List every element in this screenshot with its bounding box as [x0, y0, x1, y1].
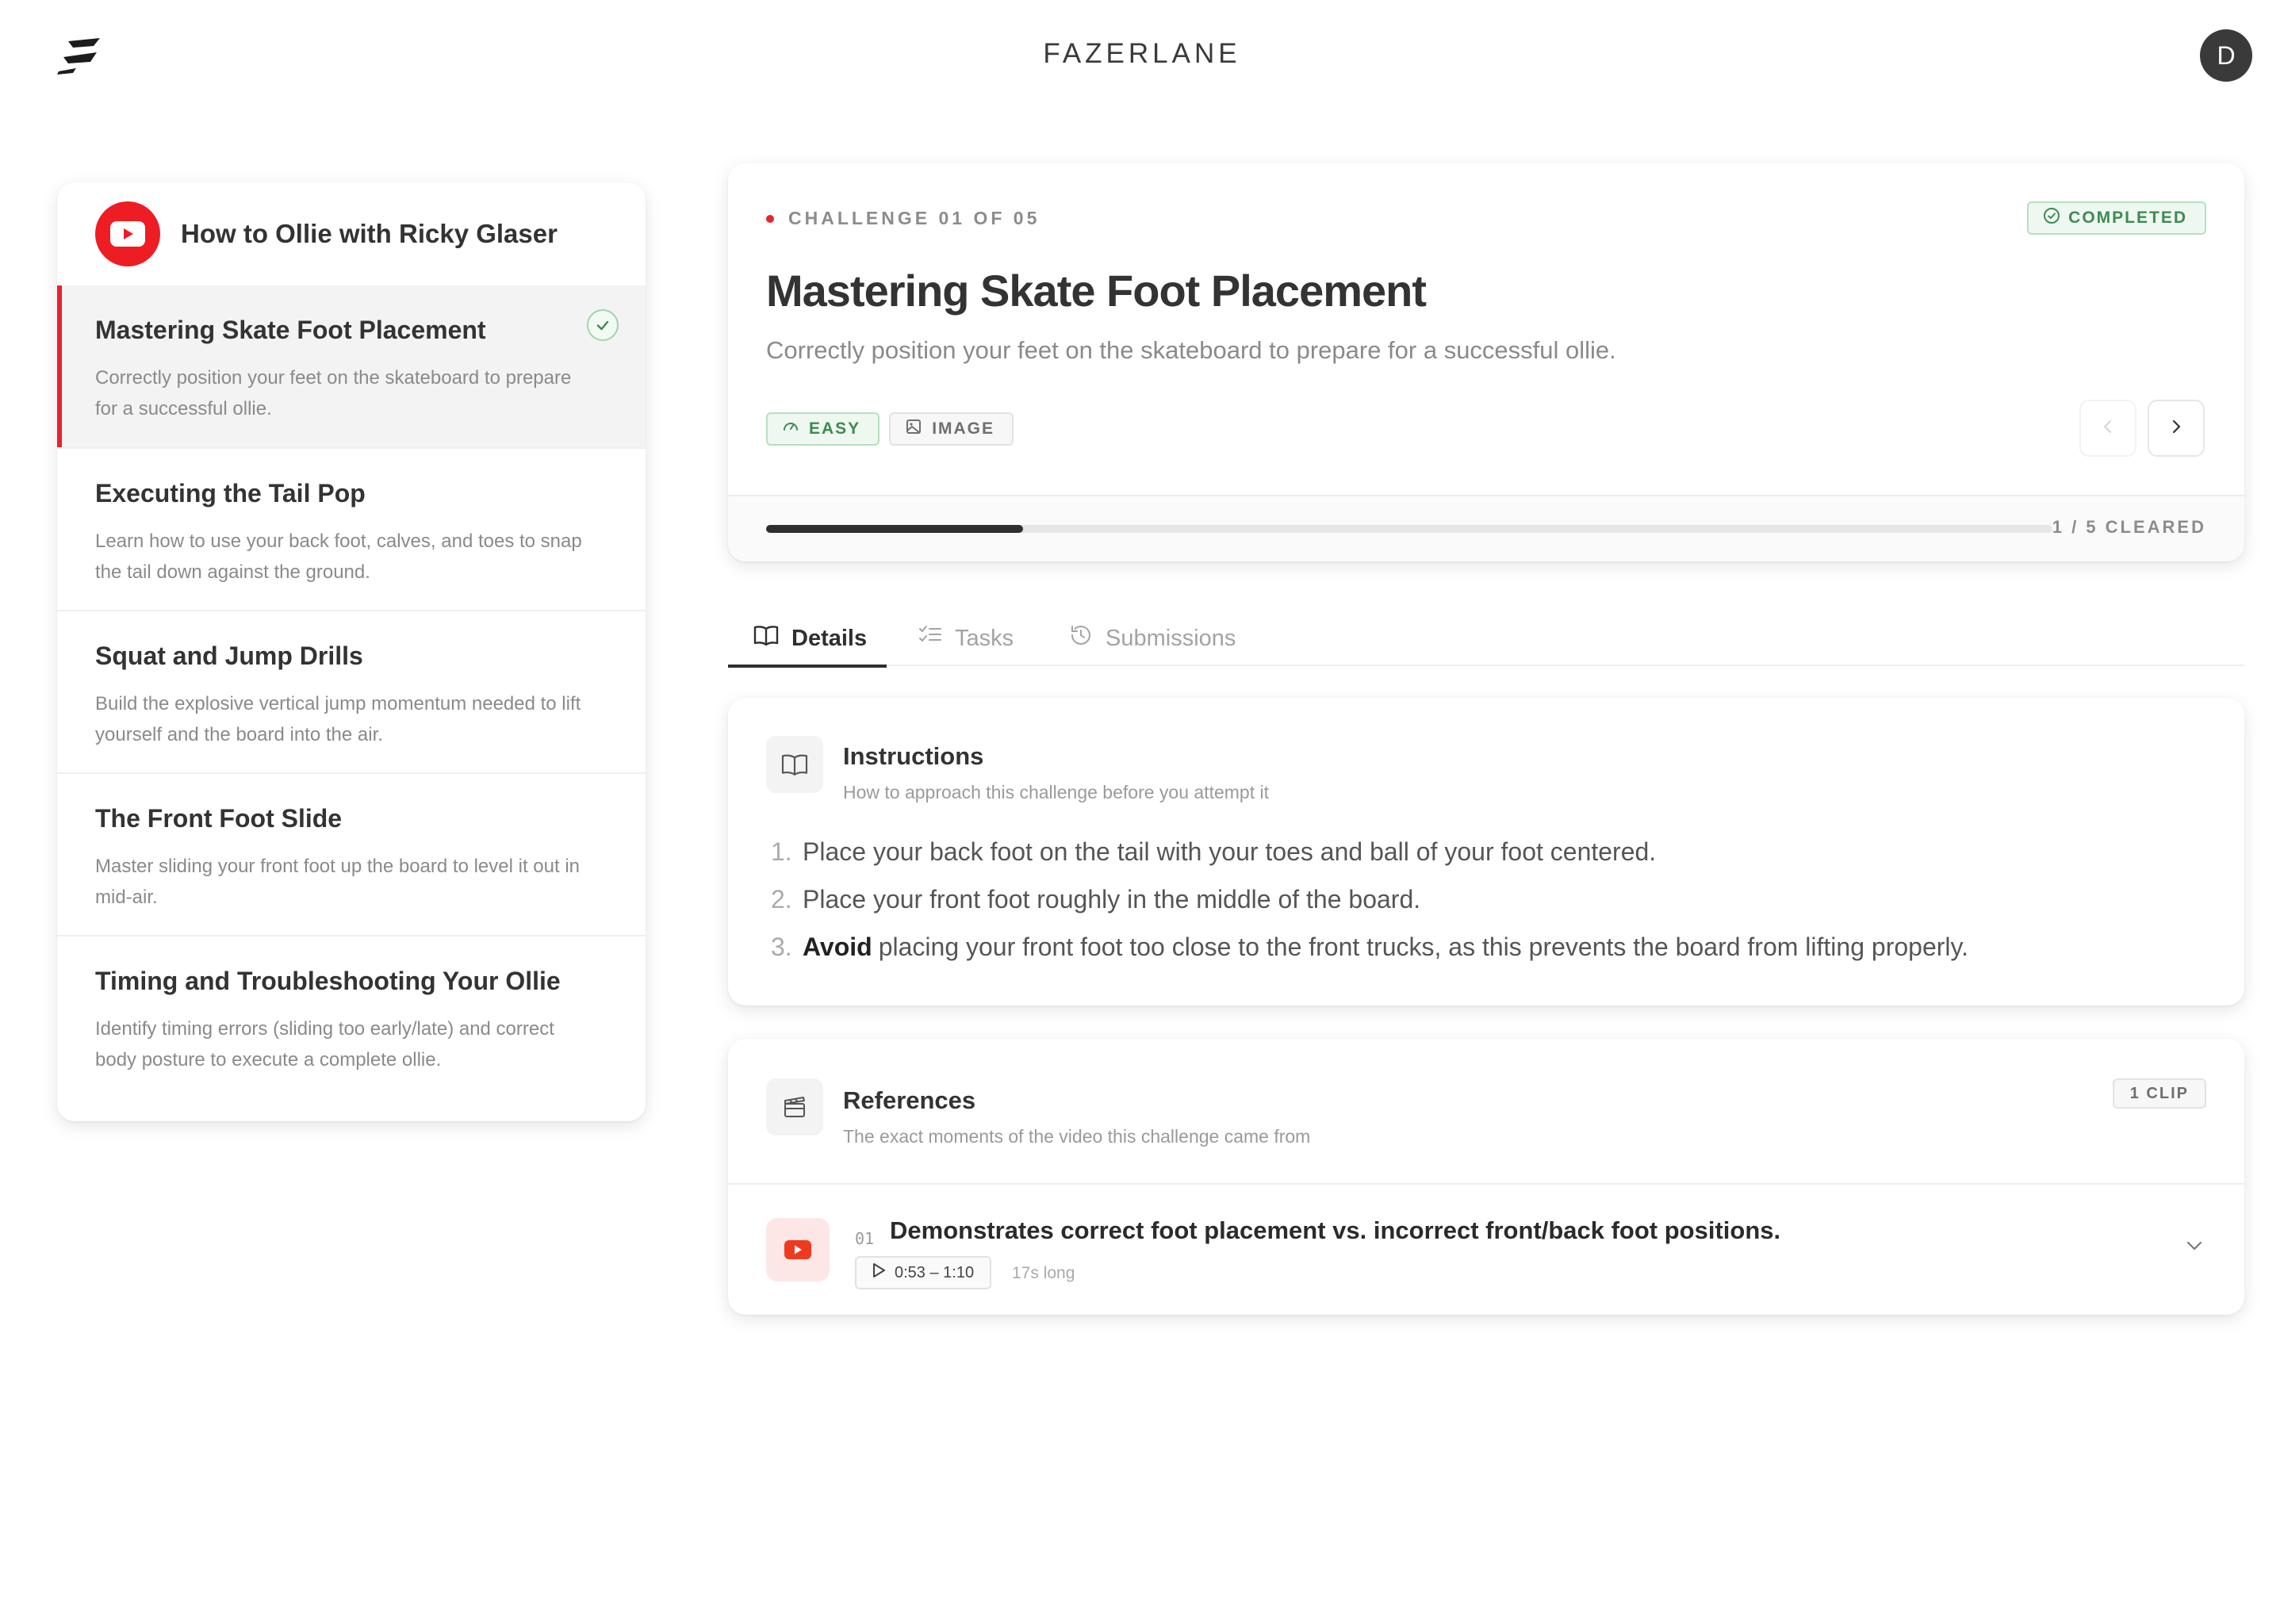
sidebar-item-front-foot-slide[interactable]: The Front Foot Slide Master sliding your…: [57, 772, 646, 935]
progress-fill: [766, 525, 1024, 533]
check-icon: [587, 309, 619, 341]
instruction-step: 1. Place your back foot on the tail with…: [771, 837, 2214, 885]
tab-submissions[interactable]: Submissions: [1069, 611, 1236, 666]
sidebar-item-title: The Front Foot Slide: [95, 804, 343, 833]
course-header: How to Ollie with Ricky Glaser: [57, 182, 646, 285]
sidebar-item-desc: Identify timing errors (sliding too earl…: [95, 1018, 554, 1071]
instructions-title: Instructions: [843, 742, 984, 770]
book-open-icon: [766, 736, 823, 793]
brand-name: FAZERLANE: [1043, 38, 1241, 69]
instruction-step: 3. Avoid placing your front foot too clos…: [771, 933, 2214, 980]
instructions-subtitle: How to approach this challenge before yo…: [843, 782, 1269, 802]
clip-count-badge: 1 CLIP: [2112, 1078, 2206, 1109]
challenge-tags: EASY IMAGE: [766, 412, 1014, 446]
step-text: placing your front foot too close to the…: [878, 933, 1969, 961]
status-badge: COMPLETED: [2027, 201, 2206, 235]
next-challenge-button[interactable]: [2148, 400, 2205, 457]
chevron-left-icon: [2098, 417, 2117, 440]
status-badge-label: COMPLETED: [2068, 209, 2187, 227]
sidebar-item-title: Squat and Jump Drills: [95, 642, 363, 670]
sidebar-item-timing[interactable]: Timing and Troubleshooting Your Ollie Id…: [57, 935, 646, 1097]
challenge-counter: CHALLENGE 01 OF 05: [766, 208, 1040, 229]
clip-time-range: 0:53 – 1:10: [895, 1263, 975, 1281]
sidebar-item-desc: Correctly position your feet on the skat…: [95, 367, 572, 419]
challenge-counter-text: CHALLENGE 01 OF 05: [788, 208, 1040, 228]
instruction-step: 2. Place your front foot roughly in the …: [771, 885, 2214, 933]
step-number: 2.: [771, 885, 792, 914]
references-title: References: [843, 1086, 976, 1114]
image-icon: [905, 418, 922, 440]
tab-tasks[interactable]: Tasks: [918, 611, 1014, 666]
sidebar-item-desc: Master sliding your front foot up the bo…: [95, 856, 581, 908]
tasks-list-icon: [918, 624, 942, 653]
content-tabs: Details Tasks Submissions: [728, 611, 2244, 668]
course-title: How to Ollie with Ricky Glaser: [181, 219, 558, 248]
media-tag: IMAGE: [889, 412, 1014, 446]
challenge-card: CHALLENGE 01 OF 05 COMPLETED Mastering S…: [728, 163, 2244, 561]
difficulty-label: EASY: [809, 419, 861, 438]
tab-submissions-label: Submissions: [1106, 625, 1236, 651]
clip-duration: 17s long: [1012, 1264, 1075, 1282]
media-label: IMAGE: [932, 419, 995, 438]
play-icon: [871, 1262, 887, 1284]
references-card: References The exact moments of the vide…: [728, 1039, 2244, 1315]
chevron-right-icon: [2167, 417, 2186, 440]
book-open-icon: [753, 624, 779, 653]
sidebar-item-desc: Learn how to use your back foot, calves,…: [95, 530, 582, 583]
clapperboard-icon: [766, 1078, 823, 1136]
step-number: 1.: [771, 837, 792, 866]
tab-details-label: Details: [791, 625, 868, 651]
youtube-icon: [766, 1218, 830, 1281]
tab-tasks-label: Tasks: [955, 625, 1014, 651]
clip-number: 01: [855, 1229, 875, 1248]
sidebar-item-title: Timing and Troubleshooting Your Ollie: [95, 967, 561, 995]
instructions-card: Instructions How to approach this challe…: [728, 698, 2244, 1005]
tab-details[interactable]: Details: [728, 611, 887, 668]
sidebar-item-desc: Build the explosive vertical jump moment…: [95, 693, 581, 745]
gauge-icon: [782, 418, 799, 440]
sidebar-item-squat-jump[interactable]: Squat and Jump Drills Build the explosiv…: [57, 610, 646, 772]
sidebar-item-foot-placement[interactable]: Mastering Skate Foot Placement Correctly…: [57, 285, 646, 447]
reference-clip-row[interactable]: 01 Demonstrates correct foot placement v…: [728, 1185, 2244, 1315]
clip-title: Demonstrates correct foot placement vs. …: [890, 1216, 1781, 1244]
challenge-sidebar: How to Ollie with Ricky Glaser Mastering…: [57, 182, 646, 1121]
step-number: 3.: [771, 933, 792, 961]
check-circle-icon: [2043, 207, 2060, 229]
sidebar-item-title: Mastering Skate Foot Placement: [95, 316, 486, 344]
difficulty-tag: EASY: [766, 412, 880, 446]
history-icon: [1069, 623, 1093, 653]
references-subtitle: The exact moments of the video this chal…: [843, 1126, 1311, 1147]
previous-challenge-button[interactable]: [2079, 400, 2136, 457]
sidebar-item-title: Executing the Tail Pop: [95, 479, 366, 508]
instructions-list: 1. Place your back foot on the tail with…: [771, 837, 2214, 980]
user-avatar[interactable]: D: [2200, 29, 2252, 82]
chevron-down-icon[interactable]: [2182, 1234, 2206, 1262]
challenge-title: Mastering Skate Foot Placement: [766, 266, 1427, 316]
clip-timestamp-button[interactable]: 0:53 – 1:10: [855, 1256, 992, 1289]
step-text: Place your back foot on the tail with yo…: [803, 837, 1657, 866]
step-emphasis: Avoid: [803, 933, 872, 961]
step-text: Place your front foot roughly in the mid…: [803, 885, 1421, 914]
top-bar: FAZERLANE D: [0, 0, 2284, 111]
status-dot: [766, 214, 774, 223]
sidebar-item-tail-pop[interactable]: Executing the Tail Pop Learn how to use …: [57, 447, 646, 610]
challenge-description: Correctly position your feet on the skat…: [766, 336, 1616, 364]
youtube-icon: [95, 201, 160, 266]
progress-bar: [766, 525, 2052, 533]
progress-label: 1 / 5 CLEARED: [2052, 517, 2206, 537]
